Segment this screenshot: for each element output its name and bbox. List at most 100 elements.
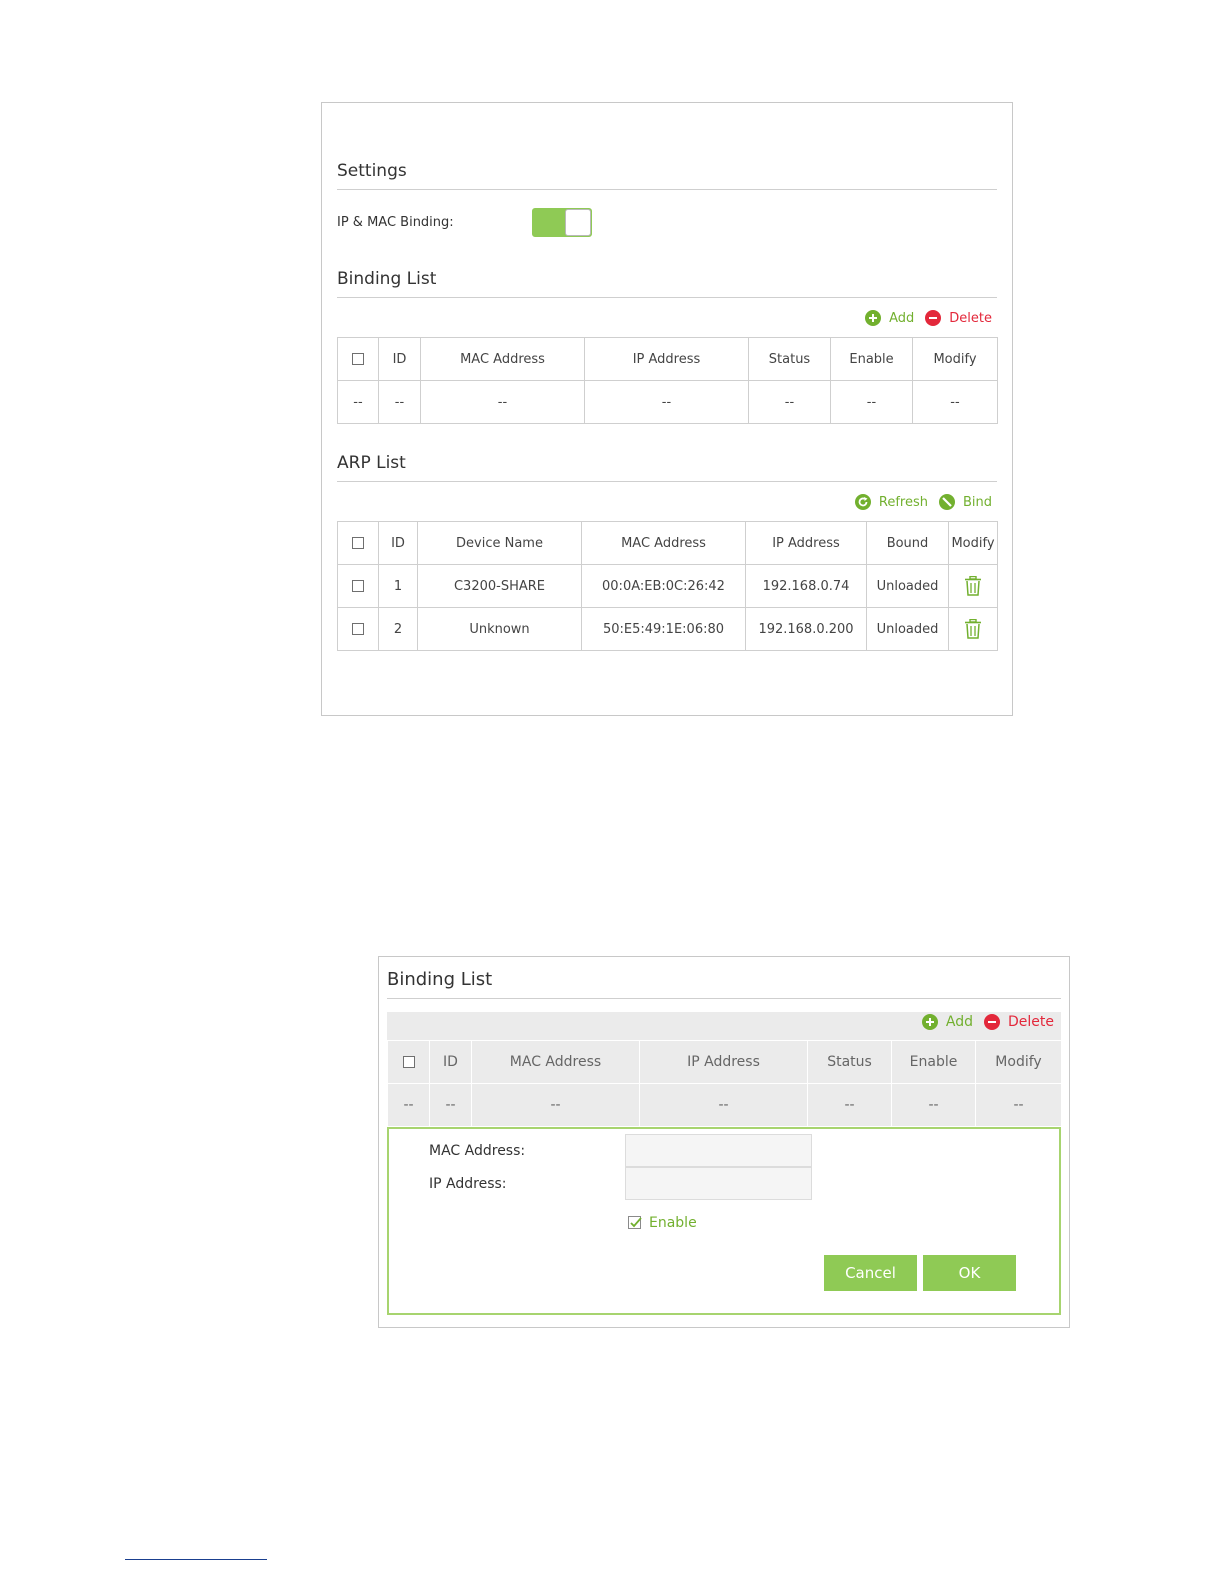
cell-ip: 192.168.0.74 — [745, 564, 867, 608]
cell: -- — [639, 1083, 808, 1127]
bind-icon — [938, 494, 955, 510]
table-header-row: ID Device Name MAC Address IP Address Bo… — [337, 521, 998, 565]
cell-device: C3200-SHARE — [417, 564, 582, 608]
col-modify: Modify — [912, 337, 998, 381]
add-entry-form: MAC Address: IP Address: Enable Cancel O… — [387, 1127, 1061, 1315]
mac-address-input[interactable] — [625, 1134, 812, 1167]
cell: -- — [378, 380, 421, 424]
trash-icon[interactable] — [964, 619, 982, 639]
ip-address-label: IP Address: — [429, 1176, 507, 1192]
cell: -- — [387, 1083, 430, 1127]
delete-button[interactable]: Delete — [925, 310, 992, 326]
cell-mac: 00:0A:EB:0C:26:42 — [581, 564, 746, 608]
delete-button[interactable]: Delete — [984, 1014, 1054, 1030]
add-button[interactable]: Add — [921, 1014, 973, 1030]
cell-id: 2 — [378, 607, 418, 651]
cell-modify — [948, 564, 998, 608]
minus-circle-icon — [925, 310, 942, 326]
table-header-row: ID MAC Address IP Address Status Enable … — [337, 337, 998, 381]
minus-circle-icon — [984, 1014, 1000, 1030]
refresh-button[interactable]: Refresh — [854, 494, 928, 510]
select-all-cell[interactable] — [337, 521, 379, 565]
ip-mac-binding-toggle[interactable] — [532, 208, 592, 237]
add-button[interactable]: Add — [865, 310, 914, 326]
add-label: Add — [945, 1014, 973, 1030]
col-id: ID — [429, 1040, 472, 1084]
col-status: Status — [748, 337, 831, 381]
col-ip: IP Address — [745, 521, 867, 565]
row-select-cell[interactable] — [337, 607, 379, 651]
cell: -- — [429, 1083, 472, 1127]
cell: -- — [584, 380, 749, 424]
col-bound: Bound — [866, 521, 949, 565]
cancel-button[interactable]: Cancel — [824, 1255, 917, 1291]
select-all-checkbox[interactable] — [352, 353, 364, 365]
col-modify: Modify — [948, 521, 998, 565]
ip-mac-binding-panel: Settings IP & MAC Binding: Binding List … — [321, 102, 1013, 716]
delete-label: Delete — [1008, 1014, 1054, 1030]
ok-button[interactable]: OK — [923, 1255, 1016, 1291]
ip-address-input[interactable] — [625, 1167, 812, 1200]
table-row: 2 Unknown 50:E5:49:1E:06:80 192.168.0.20… — [337, 607, 998, 651]
table-row: 1 C3200-SHARE 00:0A:EB:0C:26:42 192.168.… — [337, 564, 998, 608]
cell-device: Unknown — [417, 607, 582, 651]
cell-bound: Unloaded — [866, 564, 949, 608]
toggle-knob — [565, 209, 591, 236]
bind-label: Bind — [962, 494, 992, 510]
delete-label: Delete — [949, 310, 992, 326]
arp-list-title: ARP List — [337, 453, 997, 482]
col-mac: MAC Address — [581, 521, 746, 565]
cell: -- — [748, 380, 831, 424]
binding-list-add-panel: Binding List Add Delete ID MAC Address I… — [378, 956, 1070, 1328]
select-all-cell[interactable] — [387, 1040, 430, 1084]
enable-label: Enable — [649, 1215, 697, 1231]
binding-list-actions: Add Delete — [865, 310, 992, 326]
bind-button[interactable]: Bind — [938, 494, 992, 510]
col-mac: MAC Address — [471, 1040, 640, 1084]
col-enable: Enable — [891, 1040, 976, 1084]
binding-list-title: Binding List — [387, 969, 1061, 999]
col-status: Status — [807, 1040, 892, 1084]
footnote-divider — [125, 1559, 267, 1560]
cell-mac: 50:E5:49:1E:06:80 — [581, 607, 746, 651]
cell: -- — [891, 1083, 976, 1127]
col-mac: MAC Address — [420, 337, 585, 381]
arp-list-table: ID Device Name MAC Address IP Address Bo… — [337, 521, 998, 651]
cell: -- — [830, 380, 913, 424]
cell: -- — [912, 380, 998, 424]
trash-icon[interactable] — [964, 576, 982, 596]
cell-ip: 192.168.0.200 — [745, 607, 867, 651]
col-device-name: Device Name — [417, 521, 582, 565]
binding-list-title: Binding List — [337, 269, 997, 298]
add-label: Add — [889, 310, 915, 326]
refresh-label: Refresh — [878, 494, 928, 510]
arp-list-actions: Refresh Bind — [854, 494, 992, 510]
table-row: -- -- -- -- -- -- -- — [387, 1083, 1062, 1127]
enable-checkbox[interactable]: Enable — [628, 1215, 697, 1231]
col-id: ID — [378, 337, 421, 381]
cell: -- — [807, 1083, 892, 1127]
select-all-cell[interactable] — [337, 337, 379, 381]
binding-list-actions: Add Delete — [921, 1014, 1054, 1030]
row-checkbox[interactable] — [352, 623, 364, 635]
cell: -- — [975, 1083, 1062, 1127]
cell: -- — [420, 380, 585, 424]
mac-address-label: MAC Address: — [429, 1143, 526, 1159]
select-all-checkbox[interactable] — [352, 537, 364, 549]
select-all-checkbox[interactable] — [402, 1056, 415, 1068]
cell: -- — [471, 1083, 640, 1127]
cell-bound: Unloaded — [866, 607, 949, 651]
col-modify: Modify — [975, 1040, 1062, 1084]
row-checkbox[interactable] — [352, 580, 364, 592]
checkbox-checked-icon — [628, 1216, 642, 1229]
table-header-row: ID MAC Address IP Address Status Enable … — [387, 1040, 1062, 1084]
binding-list-table: ID MAC Address IP Address Status Enable … — [337, 337, 998, 424]
binding-list-table: ID MAC Address IP Address Status Enable … — [387, 1040, 1062, 1127]
plus-circle-icon — [921, 1014, 938, 1030]
col-ip: IP Address — [639, 1040, 808, 1084]
plus-circle-icon — [865, 310, 882, 326]
cell-id: 1 — [378, 564, 418, 608]
cell: -- — [337, 380, 379, 424]
refresh-icon — [854, 494, 871, 510]
row-select-cell[interactable] — [337, 564, 379, 608]
